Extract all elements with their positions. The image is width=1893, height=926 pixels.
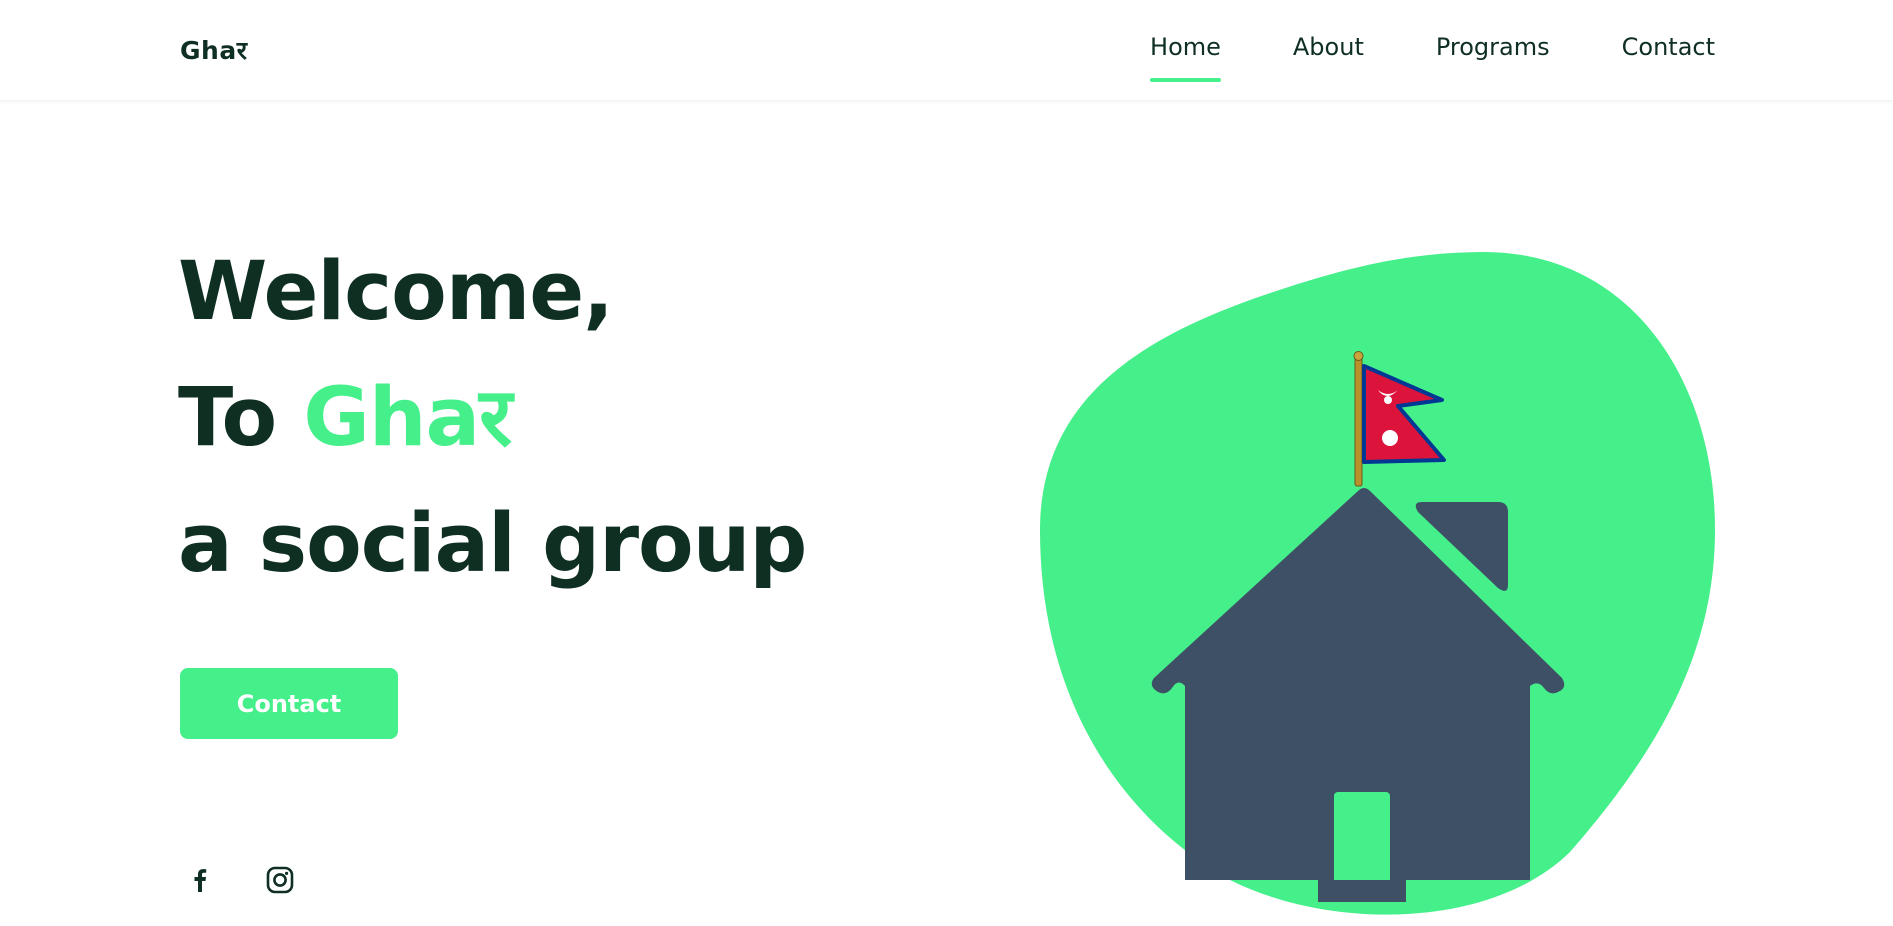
hero-to-text: To: [178, 371, 277, 465]
hero-title: Welcome, To Ghaर a social group: [178, 245, 807, 628]
nav-home[interactable]: Home: [1150, 32, 1221, 82]
facebook-icon[interactable]: [184, 864, 216, 896]
main-nav: Home About Programs Contact: [1150, 32, 1715, 82]
nav-programs[interactable]: Programs: [1436, 32, 1550, 62]
hero-brand-accent: Ghaर: [303, 371, 512, 465]
nav-contact[interactable]: Contact: [1622, 32, 1715, 62]
nav-about[interactable]: About: [1293, 32, 1364, 62]
hero-line-welcome: Welcome,: [178, 245, 614, 339]
contact-button[interactable]: Contact: [180, 668, 398, 739]
hero-line-tagline: a social group: [178, 497, 807, 591]
hero-line-to: To Ghaर: [178, 376, 806, 502]
house-illustration: [1040, 251, 1715, 915]
instagram-icon[interactable]: [264, 864, 296, 896]
hero-illustration: [1030, 240, 1760, 922]
social-links: [184, 864, 296, 896]
site-header: Ghaर Home About Programs Contact: [0, 0, 1893, 101]
logo[interactable]: Ghaर: [180, 33, 247, 67]
